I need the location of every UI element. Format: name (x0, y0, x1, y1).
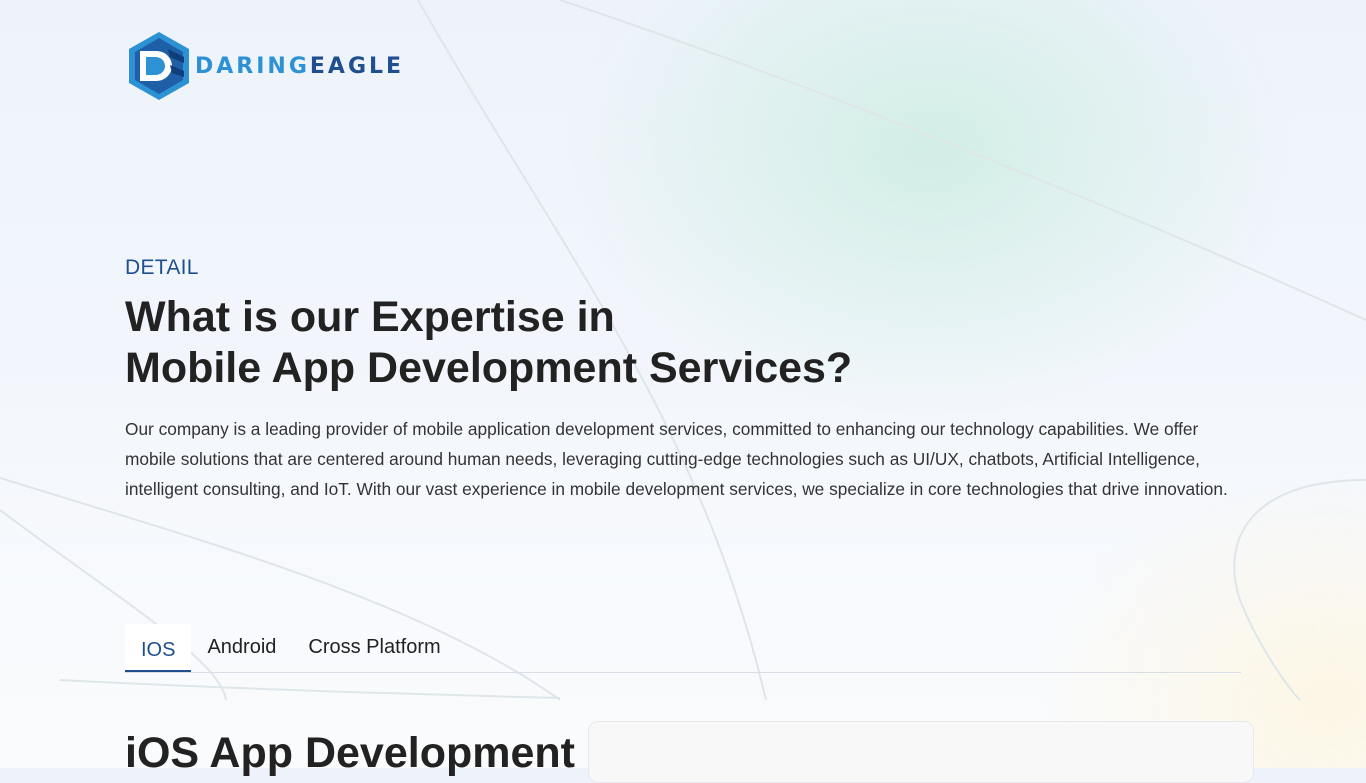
tab-cross-platform[interactable]: Cross Platform (292, 624, 456, 671)
page-title: What is our Expertise in Mobile App Deve… (125, 292, 852, 394)
brand-name-part2: EAGLE (309, 53, 405, 79)
page-title-line1: What is our Expertise in (125, 293, 615, 341)
content-panel (588, 721, 1254, 783)
page-description: Our company is a leading provider of mob… (125, 419, 1228, 499)
page-title-line2: Mobile App Development Services? (125, 344, 853, 392)
tab-android[interactable]: Android (191, 624, 292, 671)
eagle-logo-icon (129, 32, 189, 100)
tab-ios[interactable]: IOS (125, 624, 192, 672)
brand-logo[interactable]: DARINGEAGLE (128, 31, 404, 101)
brand-name: DARINGEAGLE (195, 54, 404, 79)
section-title: iOS App Development (125, 729, 575, 777)
section-eyebrow: DETAIL (125, 256, 199, 279)
brand-name-part1: DARING (195, 53, 310, 79)
platform-tabs: IOS Android Cross Platform (125, 624, 1241, 673)
